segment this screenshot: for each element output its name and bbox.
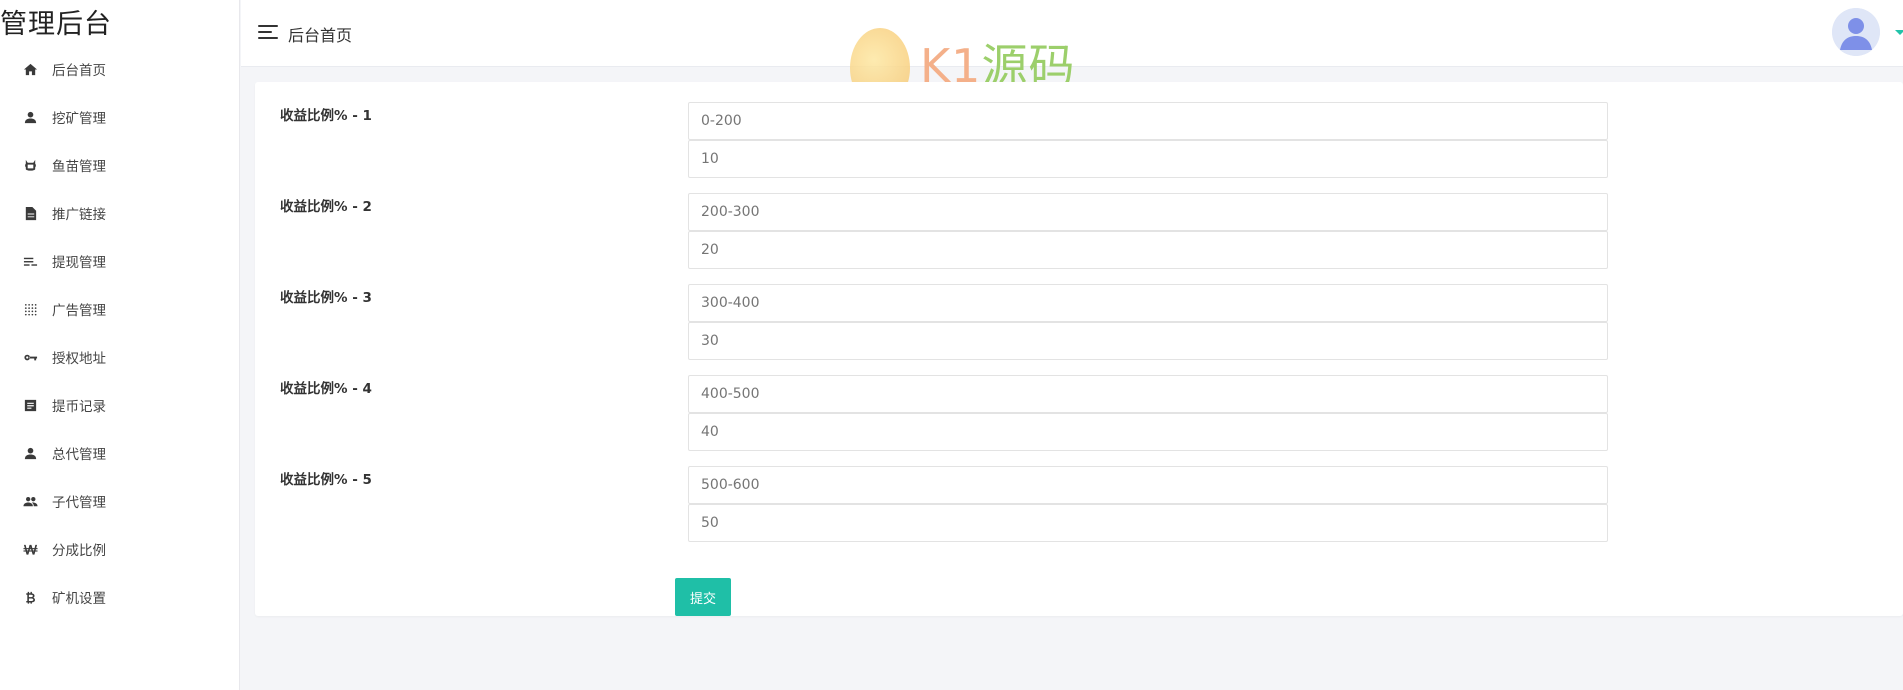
sidebar-item-commission-ratio[interactable]: 分成比例 <box>0 525 240 573</box>
ratio-rate-input-1[interactable] <box>688 140 1608 178</box>
ratio-rate-input-3[interactable] <box>688 322 1608 360</box>
ratio-range-input-1[interactable] <box>688 102 1608 140</box>
sidebar-item-label: 后台首页 <box>52 63 106 79</box>
sidebar-item-fish[interactable]: 鱼苗管理 <box>0 141 240 189</box>
ratio-label-1: 收益比例% - 1 <box>280 108 372 124</box>
ratio-rate-input-2[interactable] <box>688 231 1608 269</box>
sidebar-item-label: 子代管理 <box>52 495 106 511</box>
fish-icon <box>22 157 38 173</box>
sidebar-item-label: 鱼苗管理 <box>52 159 106 175</box>
user-avatar-icon[interactable] <box>1832 8 1880 56</box>
ratio-label-3: 收益比例% - 3 <box>280 290 372 306</box>
document-icon <box>22 205 38 221</box>
ratio-range-input-4[interactable] <box>688 375 1608 413</box>
sidebar-item-label: 矿机设置 <box>52 591 106 607</box>
list-icon <box>22 253 38 269</box>
ratio-label-2: 收益比例% - 2 <box>280 199 372 215</box>
settings-form-card: 收益比例% - 1 收益比例% - 2 收益比例% - 3 收益比例% - 4 … <box>255 82 1903 616</box>
sidebar-menu: 后台首页 挖矿管理 鱼苗管理 推广链接 提现管理 广告管理 授权地址 提币记录 … <box>0 45 240 621</box>
chevron-down-icon[interactable] <box>1895 30 1903 35</box>
sidebar-item-sub-agent[interactable]: 子代管理 <box>0 477 240 525</box>
sidebar-item-label: 提币记录 <box>52 399 106 415</box>
page-title: 后台首页 <box>288 26 353 45</box>
record-icon <box>22 397 38 413</box>
ratio-label-4: 收益比例% - 4 <box>280 381 372 397</box>
hamburger-icon[interactable] <box>258 24 278 40</box>
sidebar-item-withdraw[interactable]: 提现管理 <box>0 237 240 285</box>
ratio-range-input-3[interactable] <box>688 284 1608 322</box>
ratio-label-5: 收益比例% - 5 <box>280 472 372 488</box>
ratio-range-input-5[interactable] <box>688 466 1608 504</box>
sidebar-item-coin-records[interactable]: 提币记录 <box>0 381 240 429</box>
sidebar-item-home[interactable]: 后台首页 <box>0 45 240 93</box>
won-icon <box>22 541 38 557</box>
home-icon <box>22 61 38 77</box>
grid-dots-icon <box>22 301 38 317</box>
sidebar-item-mining[interactable]: 挖矿管理 <box>0 93 240 141</box>
sidebar: 管理后台 后台首页 挖矿管理 鱼苗管理 推广链接 提现管理 广告管理 授权地址 … <box>0 0 240 690</box>
sidebar-item-miner-settings[interactable]: 矿机设置 <box>0 573 240 621</box>
submit-button[interactable]: 提交 <box>675 578 731 616</box>
ratio-rate-input-5[interactable] <box>688 504 1608 542</box>
group-icon <box>22 493 38 509</box>
bitcoin-icon <box>22 589 38 605</box>
key-icon <box>22 349 38 365</box>
sidebar-item-promo-link[interactable]: 推广链接 <box>0 189 240 237</box>
sidebar-item-label: 授权地址 <box>52 351 106 367</box>
person-icon <box>22 109 38 125</box>
sidebar-item-general-agent[interactable]: 总代管理 <box>0 429 240 477</box>
sidebar-item-label: 推广链接 <box>52 207 106 223</box>
brand-title: 管理后台 <box>0 9 112 40</box>
sidebar-item-label: 分成比例 <box>52 543 106 559</box>
sidebar-item-label: 总代管理 <box>52 447 106 463</box>
person-icon <box>22 445 38 461</box>
sidebar-item-label: 广告管理 <box>52 303 106 319</box>
ratio-rate-input-4[interactable] <box>688 413 1608 451</box>
sidebar-item-ads[interactable]: 广告管理 <box>0 285 240 333</box>
top-header: 后台首页 <box>241 0 1903 67</box>
sidebar-item-auth-address[interactable]: 授权地址 <box>0 333 240 381</box>
sidebar-item-label: 提现管理 <box>52 255 106 271</box>
sidebar-item-label: 挖矿管理 <box>52 111 106 127</box>
ratio-range-input-2[interactable] <box>688 193 1608 231</box>
